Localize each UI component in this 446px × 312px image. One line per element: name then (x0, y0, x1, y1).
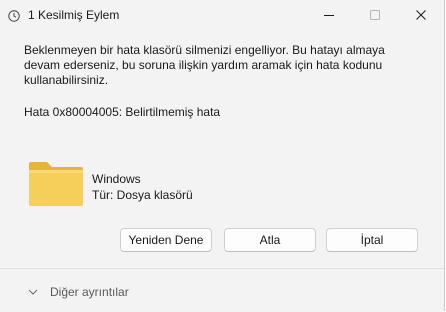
clock-icon (8, 9, 20, 22)
error-message: Beklenmeyen bir hata klasörü silmenizi e… (24, 43, 385, 87)
error-code: Hata 0x80004005: Belirtilmemiş hata (24, 105, 221, 119)
folder-icon (27, 160, 85, 208)
skip-button[interactable]: Atla (224, 228, 316, 252)
minimize-button[interactable] (306, 0, 352, 30)
dialog-footer: Diğer ayrıntılar (0, 268, 444, 312)
more-details-toggle[interactable]: Diğer ayrıntılar (28, 285, 129, 299)
title-bar[interactable]: 1 Kesilmiş Eylem (0, 0, 444, 32)
dialog-window: 1 Kesilmiş Eylem Beklenmeyen bir hata kl… (0, 0, 445, 312)
retry-button[interactable]: Yeniden Dene (120, 228, 212, 252)
minimize-icon (324, 15, 334, 16)
dialog-content: Beklenmeyen bir hata klasörü silmenizi e… (0, 32, 444, 257)
close-icon (416, 10, 426, 20)
close-button[interactable] (398, 0, 444, 30)
item-name: Windows (92, 172, 141, 186)
cancel-button[interactable]: İptal (326, 228, 418, 252)
chevron-down-icon (28, 289, 38, 295)
item-type: Tür: Dosya klasörü (92, 188, 193, 202)
maximize-button[interactable] (352, 0, 398, 30)
window-title: 1 Kesilmiş Eylem (28, 8, 120, 22)
more-details-label: Diğer ayrıntılar (50, 285, 129, 299)
maximize-icon (370, 10, 380, 20)
